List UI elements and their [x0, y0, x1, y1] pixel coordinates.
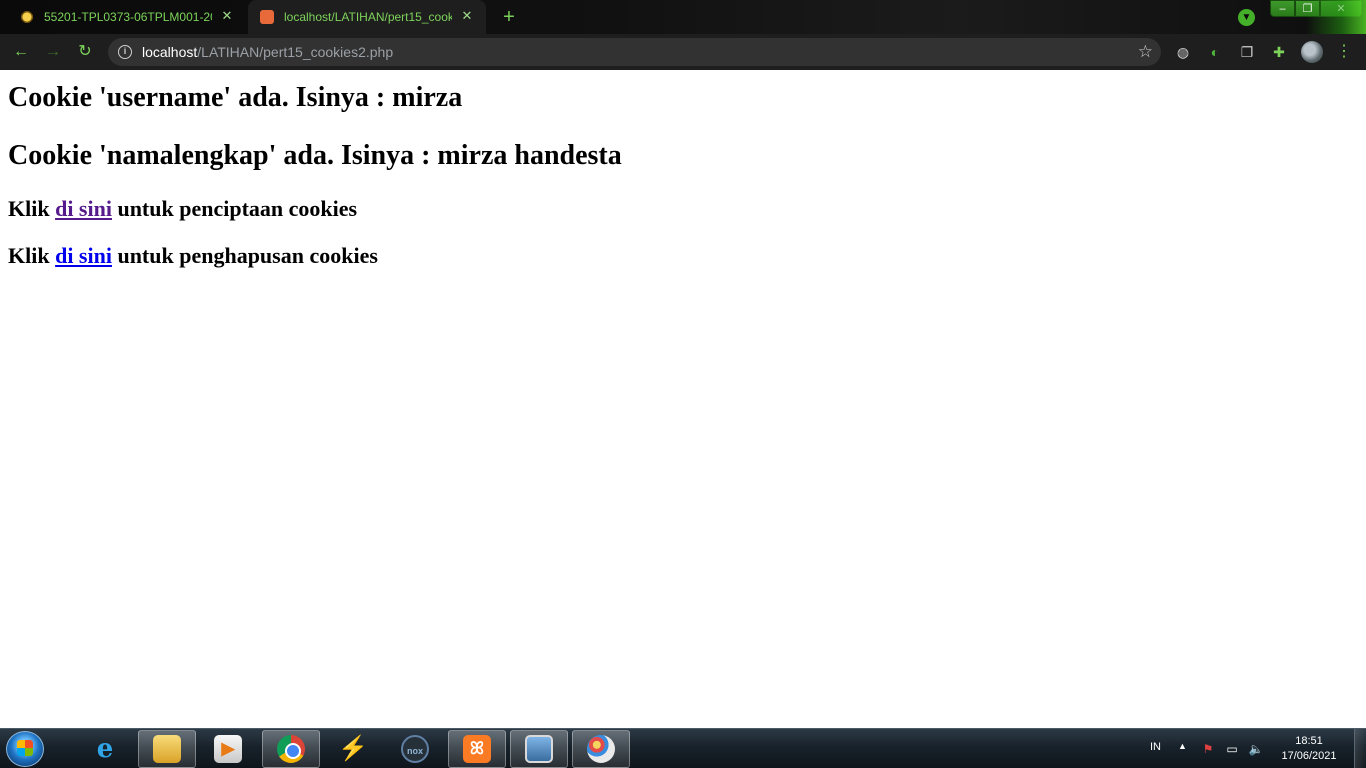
reload-icon[interactable]: ↻ — [75, 42, 95, 62]
taskbar-media-player[interactable]: ▶ — [199, 730, 257, 768]
folder-icon — [153, 735, 181, 763]
create-suffix: untuk penciptaan cookies — [111, 196, 358, 221]
xampp-favicon-icon — [260, 10, 274, 24]
winamp-icon: ⚡ — [338, 735, 368, 762]
close-window-button[interactable]: ✕ — [1320, 0, 1362, 17]
taskbar-paint[interactable] — [572, 730, 630, 768]
taskbar-chrome[interactable] — [262, 730, 320, 768]
system-clock[interactable]: 18:51 17/06/2021 — [1274, 734, 1344, 764]
windows-taskbar: e ▶ ⚡ nox ꕤ IN ▲ ⚑ ▭ 🔈 18:51 17/06/2021 — [0, 728, 1366, 768]
delete-suffix: untuk penghapusan cookies — [111, 243, 378, 268]
url-host: localhost — [142, 44, 198, 60]
tab-close-icon[interactable]: ✕ — [460, 9, 474, 23]
show-hidden-icons-icon[interactable]: ▲ — [1178, 741, 1187, 768]
language-indicator[interactable]: IN — [1150, 741, 1161, 768]
extensions-puzzle-icon[interactable]: ✚ — [1270, 43, 1288, 61]
new-tab-button[interactable]: + — [498, 6, 520, 28]
profile-avatar[interactable] — [1301, 41, 1323, 63]
internet-explorer-icon: e — [96, 734, 114, 764]
nox-icon: nox — [401, 735, 429, 763]
tab-moodle[interactable]: 55201-TPL0373-06TPLM001-2021 ✕ — [8, 0, 246, 34]
taskbar-nox[interactable]: nox — [386, 730, 444, 768]
cookie-username-heading: Cookie 'username' ada. Isinya : mirza — [8, 82, 463, 113]
browser-tab-strip: 55201-TPL0373-06TPLM001-2021 ✕ localhost… — [0, 0, 1366, 70]
media-player-icon: ▶ — [214, 735, 242, 763]
windows-logo-icon — [17, 740, 33, 756]
create-cookies-line: Klik di sini untuk penciptaan cookies — [8, 196, 357, 222]
site-info-icon[interactable]: i — [118, 45, 132, 59]
taskbar-internet-explorer[interactable]: e — [76, 730, 134, 768]
bookmark-star-icon[interactable]: ☆ — [1138, 42, 1153, 62]
create-cookies-link[interactable]: di sini — [55, 196, 112, 221]
xampp-icon: ꕤ — [463, 735, 491, 763]
paint-icon — [587, 735, 615, 763]
taskbar-winamp[interactable]: ⚡ — [323, 730, 381, 768]
delete-cookies-link[interactable]: di sini — [55, 243, 112, 268]
taskbar-photo-viewer[interactable] — [510, 730, 568, 768]
start-button[interactable] — [6, 731, 44, 767]
minimize-button[interactable]: – — [1270, 0, 1295, 17]
tab-title: 55201-TPL0373-06TPLM001-2021 — [44, 10, 212, 24]
download-icon[interactable]: ▼ — [1238, 9, 1255, 26]
volume-icon[interactable]: 🔈 — [1248, 742, 1264, 756]
forward-arrow-icon[interactable]: → — [43, 42, 63, 62]
moodle-favicon-icon — [20, 10, 34, 24]
maximize-button[interactable]: ❐ — [1295, 0, 1320, 17]
tab-title: localhost/LATIHAN/pert15_cookies2.php — [284, 10, 452, 24]
taskbar-file-explorer[interactable] — [138, 730, 196, 768]
action-center-flag-icon[interactable]: ⚑ — [1200, 742, 1216, 756]
create-prefix: Klik — [8, 196, 56, 221]
address-bar[interactable]: i localhost/LATIHAN/pert15_cookies2.php … — [108, 38, 1161, 66]
lens-extension-icon[interactable]: ◐ — [1206, 43, 1224, 61]
network-icon[interactable]: ▭ — [1224, 742, 1240, 756]
delete-cookies-line: Klik di sini untuk penghapusan cookies — [8, 243, 378, 269]
cookie-fullname-heading: Cookie 'namalengkap' ada. Isinya : mirza… — [8, 140, 622, 171]
show-desktop-button[interactable] — [1354, 729, 1366, 768]
copy-extension-icon[interactable]: ❐ — [1238, 43, 1256, 61]
clock-time: 18:51 — [1295, 735, 1323, 747]
delete-prefix: Klik — [8, 243, 56, 268]
photo-viewer-icon — [525, 735, 553, 763]
chrome-icon — [277, 735, 305, 763]
back-arrow-icon[interactable]: ← — [11, 42, 31, 62]
taskbar-xampp[interactable]: ꕤ — [448, 730, 506, 768]
tab-localhost[interactable]: localhost/LATIHAN/pert15_cookies2.php ✕ — [248, 0, 486, 34]
clock-date: 17/06/2021 — [1281, 750, 1337, 762]
tab-close-icon[interactable]: ✕ — [220, 9, 234, 23]
browser-toolbar: ← → ↻ i localhost/LATIHAN/pert15_cookies… — [0, 34, 1366, 70]
url-path: /LATIHAN/pert15_cookies2.php — [197, 44, 394, 60]
globe-extension-icon[interactable]: ◍ — [1174, 43, 1192, 61]
kebab-menu-icon[interactable]: ⋮ — [1336, 42, 1352, 62]
